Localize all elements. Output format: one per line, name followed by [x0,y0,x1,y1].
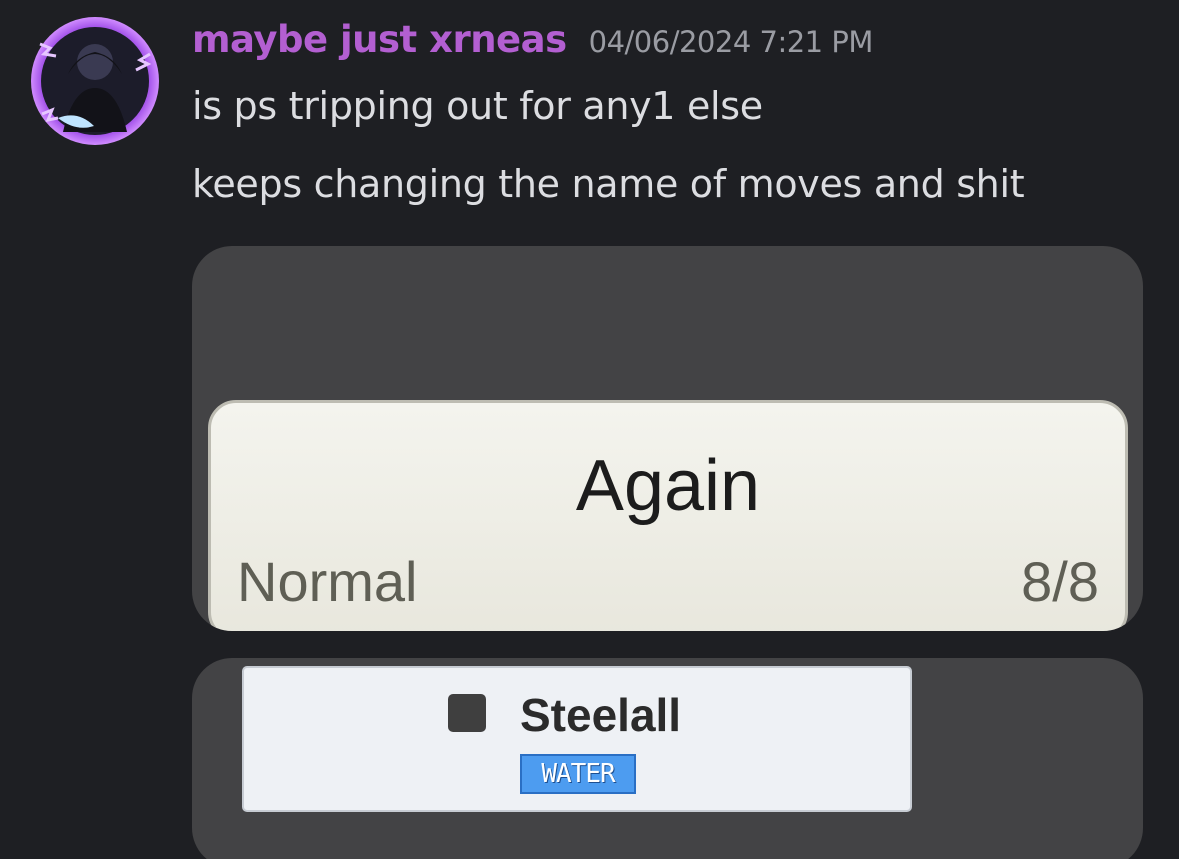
message-header: maybe just xrneas 04/06/2024 7:21 PM [192,18,873,61]
move-button: Again Normal 8/8 [208,400,1128,631]
chat-message: maybe just xrneas 04/06/2024 7:21 PM is … [0,0,1179,859]
pokemon-icon [448,694,486,732]
move-name: Again [575,446,761,526]
user-avatar[interactable] [28,14,162,148]
message-text-line: is ps tripping out for any1 else [192,84,763,128]
move-pp: 8/8 [1021,550,1099,613]
type-badge: WATER [520,754,636,794]
move-type: Normal [237,550,418,613]
pokemon-name: Steelall [520,689,682,741]
avatar-image [31,17,159,145]
username[interactable]: maybe just xrneas [192,18,567,61]
image-attachment-pokemon[interactable]: Steelall WATER [192,658,1143,859]
pokemon-card: Steelall WATER [242,666,912,812]
image-attachment-move[interactable]: Again Normal 8/8 [192,246,1143,631]
timestamp: 04/06/2024 7:21 PM [588,25,874,59]
message-text-line: keeps changing the name of moves and shi… [192,162,1025,206]
